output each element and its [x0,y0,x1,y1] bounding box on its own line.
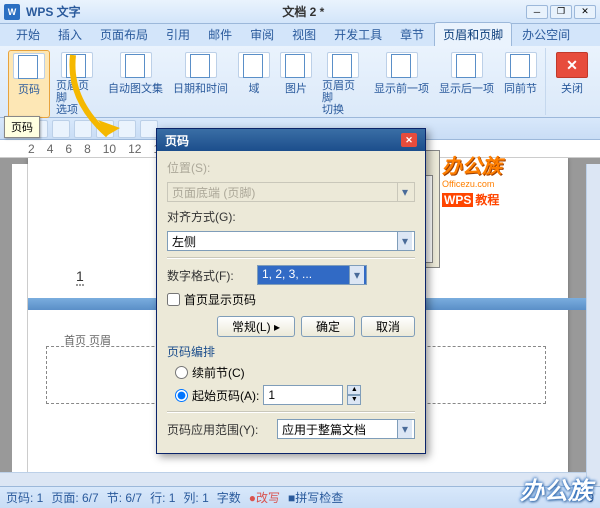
status-zoom[interactable]: 9 [587,491,594,505]
continue-label: 续前节(C) [192,364,245,381]
start-at-label: 起始页码(A): [192,387,259,404]
tab-review[interactable]: 审阅 [242,23,282,46]
cancel-button[interactable]: 取消 [361,316,415,337]
close-icon [556,52,588,78]
normal-button[interactable]: 常规(L) ▸ [217,316,295,337]
status-wordcount[interactable]: 字数 [217,489,241,506]
first-page-checkbox[interactable] [167,293,180,306]
page-number-icon [13,53,45,79]
status-row: 行: 1 [150,489,175,506]
ribbon-tabs: 开始 插入 页面布局 引用 邮件 审阅 视图 开发工具 章节 页眉和页脚 办公空… [0,24,600,46]
spin-down[interactable]: ▼ [347,395,361,405]
app-name: WPS 文字 [26,3,81,20]
show-prev-icon [386,52,418,78]
hf-switch-button[interactable]: 页眉页脚 切换 [318,50,368,118]
start-at-radio[interactable] [175,389,188,402]
scope-select[interactable]: 应用于整篇文档 [277,419,415,439]
start-at-input[interactable] [263,385,343,405]
position-label: 位置(S): [167,159,253,176]
status-bar: 页码: 1 页面: 6/7 节: 6/7 行: 1 列: 1 字数 ●改写 ■拼… [0,486,600,508]
tab-chapter[interactable]: 章节 [392,23,432,46]
same-prev-icon [505,52,537,78]
status-overwrite[interactable]: ●改写 [249,489,280,506]
app-icon: W [4,4,20,20]
tab-dev[interactable]: 开发工具 [326,23,390,46]
spin-up[interactable]: ▲ [347,385,361,395]
datetime-icon [185,52,217,78]
show-prev-button[interactable]: 显示前一项 [370,50,433,118]
tab-header-footer[interactable]: 页眉和页脚 [434,22,512,46]
status-col: 列: 1 [183,489,208,506]
format-select[interactable]: 1, 2, 3, ... [257,265,367,285]
format-label: 数字格式(F): [167,267,253,284]
horizontal-scrollbar[interactable] [0,472,586,486]
field-button[interactable]: 域 [234,50,274,118]
dialog-titlebar[interactable]: 页码 ✕ [157,129,425,151]
page-number-field[interactable]: 1 [76,268,84,286]
numbering-section: 页码编排 [167,343,415,360]
close-button[interactable]: ✕ [574,5,596,19]
minimize-button[interactable]: ─ [526,5,548,19]
continue-radio[interactable] [175,366,188,379]
picture-icon [280,52,312,78]
page-number-button[interactable]: 页码 [8,50,50,118]
field-icon [238,52,270,78]
scope-label: 页码应用范围(Y): [167,421,273,438]
tab-mail[interactable]: 邮件 [200,23,240,46]
separator-2 [167,411,415,413]
separator [167,257,415,259]
title-bar: W WPS 文字 文档 2 * ─ ❐ ✕ [0,0,600,24]
ribbon-group-close: 关闭 [548,48,596,115]
picture-button[interactable]: 图片 [276,50,316,118]
page-number-dialog: 页码 ✕ 位置(S): 页面底端 (页脚) 对齐方式(G): 左侧 数字格式(F… [156,128,426,454]
dialog-body: 位置(S): 页面底端 (页脚) 对齐方式(G): 左侧 数字格式(F): 1,… [157,151,425,453]
status-spellcheck[interactable]: ■拼写检查 [288,489,343,506]
show-next-icon [451,52,483,78]
window-buttons: ─ ❐ ✕ [526,5,596,19]
vertical-ruler[interactable] [12,164,28,472]
tab-insert[interactable]: 插入 [50,23,90,46]
align-label: 对齐方式(G): [167,208,253,225]
status-page: 页码: 1 [6,489,43,506]
tab-home[interactable]: 开始 [8,23,48,46]
position-select: 页面底端 (页脚) [167,182,415,202]
hf-switch-icon [327,52,359,78]
tab-office[interactable]: 办公空间 [514,23,578,46]
dialog-title: 页码 [165,132,189,149]
align-select[interactable]: 左侧 [167,231,415,251]
vertical-scrollbar[interactable] [586,164,600,486]
tab-layout[interactable]: 页面布局 [92,23,156,46]
datetime-button[interactable]: 日期和时间 [169,50,232,118]
tab-refs[interactable]: 引用 [158,23,198,46]
status-pages: 页面: 6/7 [51,489,98,506]
dialog-close-button[interactable]: ✕ [401,133,417,147]
tab-view[interactable]: 视图 [284,23,324,46]
tooltip: 页码 [4,116,40,138]
same-prev-button[interactable]: 同前节 [500,50,541,118]
restore-button[interactable]: ❐ [550,5,572,19]
close-hf-button[interactable]: 关闭 [552,50,592,98]
first-page-label: 首页显示页码 [184,291,256,308]
ok-button[interactable]: 确定 [301,316,355,337]
doc-title: 文档 2 * [87,3,520,20]
annotation-arrow [58,50,138,153]
status-section: 节: 6/7 [107,489,142,506]
show-next-button[interactable]: 显示后一项 [435,50,498,118]
